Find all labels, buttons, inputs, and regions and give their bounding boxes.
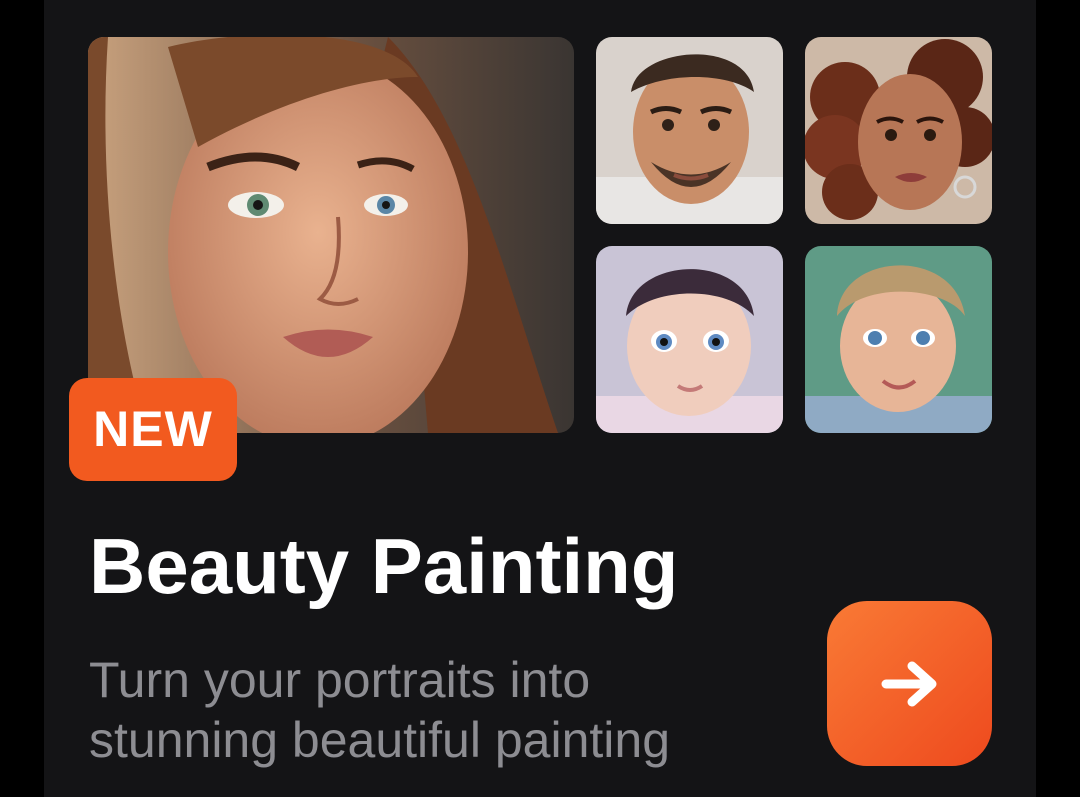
child-portrait-image (805, 246, 992, 433)
arrow-right-icon (881, 661, 936, 706)
card-subtitle-line-1: Turn your portraits into (89, 652, 591, 708)
hero-portrait-image (88, 37, 574, 433)
curly-hair-woman-portrait-image (805, 37, 992, 224)
baby-portrait-image (596, 246, 783, 433)
new-badge: NEW (69, 378, 237, 481)
card-subtitle: Turn your portraits into stunning beauti… (89, 650, 789, 770)
card-subtitle-line-2: stunning beautiful painting (89, 712, 671, 768)
card-title: Beauty Painting (89, 522, 679, 610)
open-feature-button[interactable] (827, 601, 992, 766)
beauty-painting-card[interactable]: NEW Beauty Painting Turn your portraits … (44, 0, 1036, 797)
man-portrait-image (596, 37, 783, 224)
